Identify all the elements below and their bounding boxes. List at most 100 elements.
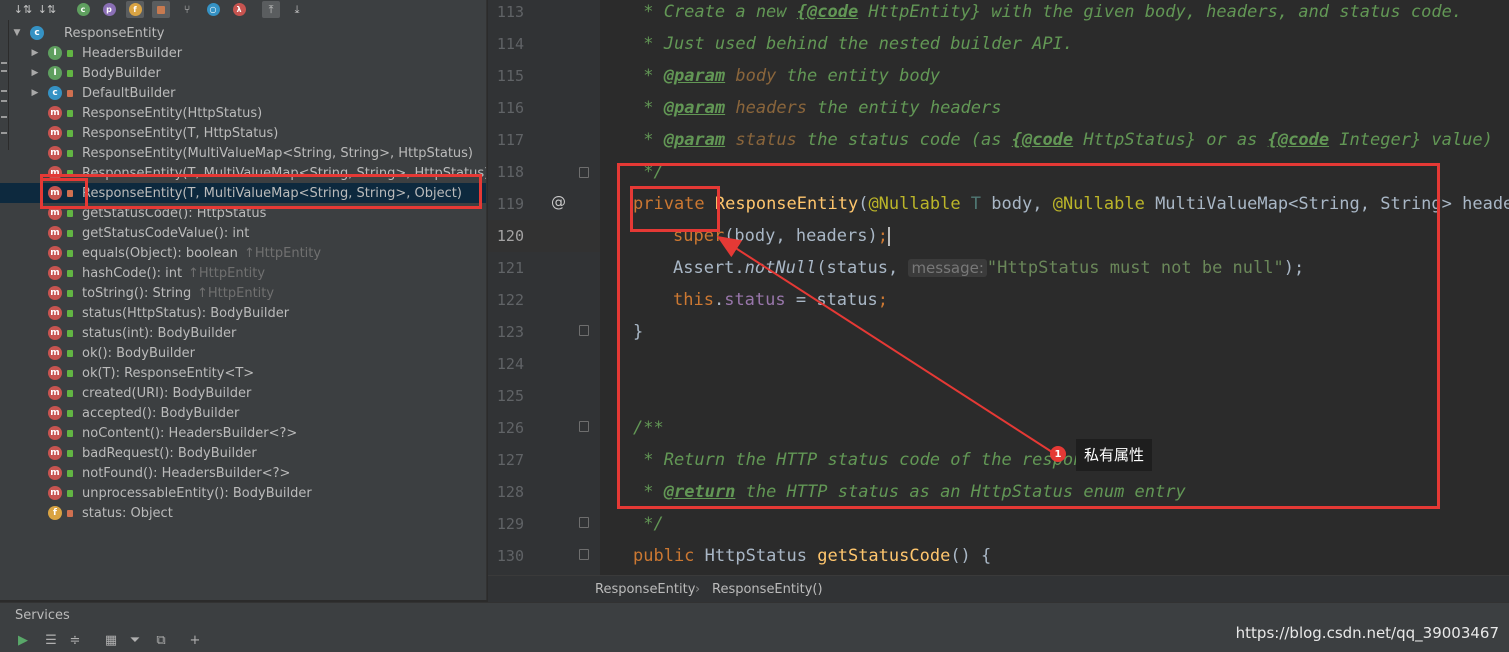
public-icon xyxy=(67,330,73,337)
tree-item[interactable]: m badRequest(): BodyBuilder xyxy=(0,443,486,463)
annotation-box-private xyxy=(630,186,720,232)
tree-item[interactable]: m ok(): BodyBuilder xyxy=(0,343,486,363)
breadcrumb-method[interactable]: ResponseEntity() xyxy=(712,582,823,597)
line-number: 114 xyxy=(496,35,524,53)
public-icon xyxy=(67,270,73,277)
tree-item[interactable]: f status: Object xyxy=(0,503,486,523)
tree-item[interactable]: m hashCode(): int ↑HttpEntity xyxy=(0,263,486,283)
show-fields-icon[interactable]: f xyxy=(126,1,144,18)
code-line-115: * @param body the entity body xyxy=(633,66,941,86)
tree-item[interactable]: m noContent(): HeadersBuilder<?> xyxy=(0,423,486,443)
private-lock-icon xyxy=(67,90,73,97)
expand-arrow-icon[interactable]: ▶ xyxy=(30,68,40,78)
field-icon: f xyxy=(48,506,62,520)
tree-item[interactable]: m ResponseEntity(HttpStatus) xyxy=(0,103,486,123)
line-number: 127 xyxy=(496,451,524,469)
show-lambdas-icon[interactable]: ⑂ xyxy=(178,1,196,18)
tree-item[interactable]: m notFound(): HeadersBuilder<?> xyxy=(0,463,486,483)
add-service-icon[interactable]: + xyxy=(186,631,204,649)
show-lambda-icon[interactable]: λ xyxy=(230,1,248,18)
expand-arrow-icon[interactable]: ▶ xyxy=(30,48,40,58)
public-icon xyxy=(67,310,73,317)
collapse-all-icon[interactable]: ≑ xyxy=(66,631,84,649)
sort-alpha-icon[interactable]: ↓⇅ xyxy=(14,1,32,18)
method-icon: m xyxy=(48,106,62,120)
line-number: 121 xyxy=(496,259,524,277)
tree-item-label: getStatusCodeValue(): int xyxy=(82,225,250,241)
method-icon: m xyxy=(48,126,62,140)
structure-toolbar: ↓⇅ ↓⇅ c p f ⑂ ○ λ ⤒ ⤓ xyxy=(0,0,486,20)
tree-item[interactable]: m toString(): String ↑HttpEntity xyxy=(0,283,486,303)
tree-item-label: accepted(): BodyBuilder xyxy=(82,405,240,421)
tree-item-label: status(int): BodyBuilder xyxy=(82,325,237,341)
method-icon: m xyxy=(48,246,62,260)
line-number: 122 xyxy=(496,291,524,309)
structure-panel: ↓⇅ ↓⇅ c p f ⑂ ○ λ ⤒ ⤓ ▼ c ResponseEntity… xyxy=(0,0,487,600)
method-icon: m xyxy=(48,326,62,340)
tree-item[interactable]: m created(URI): BodyBuilder xyxy=(0,383,486,403)
sort-visibility-icon[interactable]: ↓⇅ xyxy=(38,1,56,18)
tree-item-label: toString(): String xyxy=(82,285,192,301)
interface-icon: I xyxy=(48,66,62,80)
tree-item[interactable]: m ResponseEntity(MultiValueMap<String, St… xyxy=(0,143,486,163)
public-icon xyxy=(67,50,73,57)
public-icon xyxy=(67,230,73,237)
breadcrumb-class[interactable]: ResponseEntity xyxy=(595,582,695,597)
run-icon[interactable]: ▶ xyxy=(14,631,32,649)
method-icon: m xyxy=(48,266,62,280)
tree-item[interactable]: m ok(T): ResponseEntity<T> xyxy=(0,363,486,383)
tree-item[interactable]: ▶ c DefaultBuilder xyxy=(0,83,486,103)
line-number: 113 xyxy=(496,3,524,21)
open-in-new-tab-icon[interactable]: ⧉ xyxy=(152,631,170,649)
autoscroll-from-source-icon[interactable]: ⤓ xyxy=(288,1,306,18)
tree-item[interactable]: m accepted(): BodyBuilder xyxy=(0,403,486,423)
tree-root[interactable]: ▼ c ResponseEntity xyxy=(0,23,486,43)
tree-item-label: HeadersBuilder xyxy=(82,45,183,61)
tree-item[interactable]: m unprocessableEntity(): BodyBuilder xyxy=(0,483,486,503)
tree-item[interactable]: m status(HttpStatus): BodyBuilder xyxy=(0,303,486,323)
method-icon: m xyxy=(48,446,62,460)
annotation-badge: 1 xyxy=(1050,446,1066,462)
tree-item[interactable]: m status(int): BodyBuilder xyxy=(0,323,486,343)
fold-marker-icon[interactable] xyxy=(579,167,589,178)
filter-icon[interactable]: ⏷ xyxy=(126,631,144,649)
tree-item-label: status(HttpStatus): BodyBuilder xyxy=(82,305,290,321)
fold-marker-icon[interactable] xyxy=(579,549,589,560)
tree-item[interactable]: m ResponseEntity(T, HttpStatus) xyxy=(0,123,486,143)
expand-all-icon[interactable]: ☰ xyxy=(42,631,60,649)
code-line-114: * Just used behind the nested builder AP… xyxy=(633,34,1074,54)
line-number: 124 xyxy=(496,355,524,373)
tree-item[interactable]: m equals(Object): boolean ↑HttpEntity xyxy=(0,243,486,263)
line-number: 123 xyxy=(496,323,524,341)
line-number: 118 xyxy=(496,163,524,181)
expand-arrow-icon[interactable]: ▶ xyxy=(30,88,40,98)
show-inherited-icon[interactable]: c xyxy=(74,1,92,18)
fold-marker-icon[interactable] xyxy=(579,421,589,432)
public-icon xyxy=(67,490,73,497)
public-icon xyxy=(67,70,73,77)
tree-item-label: ResponseEntity(T, HttpStatus) xyxy=(82,125,279,141)
fold-marker-icon[interactable] xyxy=(579,325,589,336)
method-icon: m xyxy=(48,366,62,380)
code-line-117: * @param status the status code (as {@co… xyxy=(633,130,1493,150)
collapse-arrow-icon[interactable]: ▼ xyxy=(12,28,22,38)
annotation-box-tree-item xyxy=(40,174,482,209)
code-line-130: public HttpStatus getStatusCode() { xyxy=(633,546,992,566)
show-non-public-icon[interactable] xyxy=(152,1,170,18)
tree-item-label: ResponseEntity(MultiValueMap<String, Str… xyxy=(82,145,473,161)
code-line-129: */ xyxy=(633,514,664,534)
show-anonymous-icon[interactable]: ○ xyxy=(204,1,222,18)
autoscroll-to-source-icon[interactable]: ⤒ xyxy=(262,1,280,18)
tree-item[interactable]: ▶ I BodyBuilder xyxy=(0,63,486,83)
group-by-icon[interactable]: ▦ xyxy=(102,631,120,649)
public-icon xyxy=(67,450,73,457)
show-properties-icon[interactable]: p xyxy=(100,1,118,18)
tree-item[interactable]: ▶ I HeadersBuilder xyxy=(0,43,486,63)
class-icon: c xyxy=(48,86,62,100)
line-number: 120 xyxy=(496,227,524,245)
fold-marker-icon[interactable] xyxy=(579,517,589,528)
method-icon: m xyxy=(48,406,62,420)
tree-item[interactable]: m getStatusCodeValue(): int xyxy=(0,223,486,243)
override-marker-icon[interactable]: @ xyxy=(551,193,566,211)
services-title[interactable]: Services xyxy=(15,608,70,623)
